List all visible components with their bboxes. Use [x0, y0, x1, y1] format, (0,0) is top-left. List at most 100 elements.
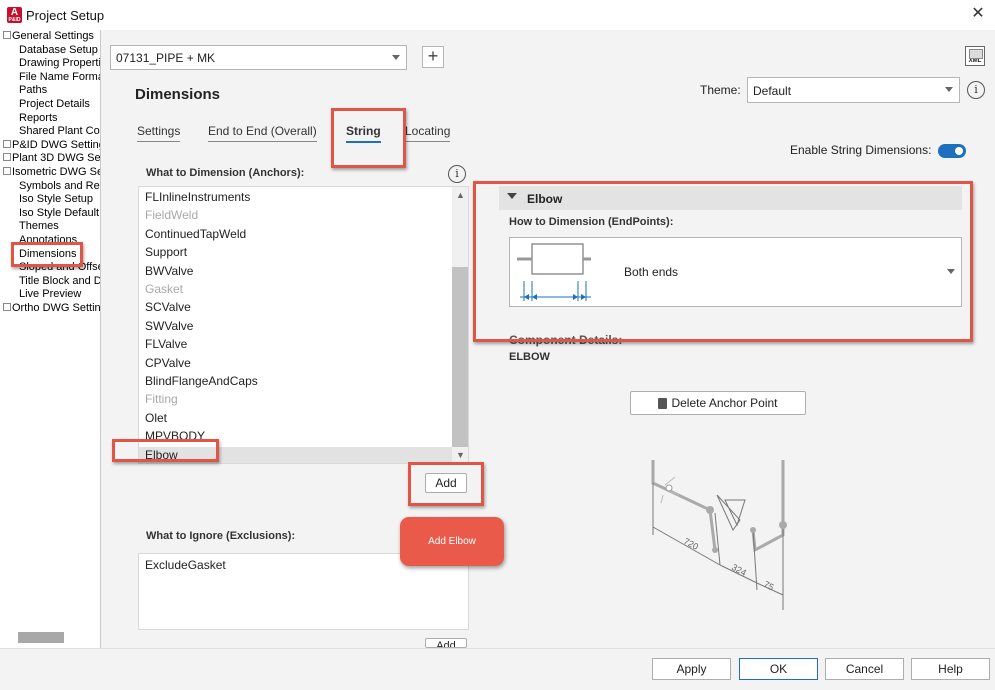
scrollbar-thumb[interactable] [452, 267, 468, 447]
theme-info-icon[interactable]: i [967, 81, 985, 99]
window-title: Project Setup [26, 8, 105, 23]
tree-item[interactable]: Drawing Properti [19, 57, 101, 70]
tree-item[interactable]: Isometric DWG Se [3, 166, 101, 179]
tree-item[interactable]: Symbols and Ref [19, 180, 100, 193]
list-item[interactable]: FLValve [145, 337, 187, 351]
tree-item-label: Title Block and D [19, 274, 101, 287]
tree-item-label: Project Details [19, 98, 90, 110]
scroll-down-icon[interactable]: ▼ [456, 450, 465, 460]
endpoints-select[interactable] [509, 237, 962, 307]
expand-box-icon[interactable] [3, 303, 11, 311]
tree-item[interactable]: Iso Style Default [19, 207, 99, 220]
list-item[interactable]: SCValve [145, 300, 191, 314]
tab-locating[interactable]: Locating [405, 124, 451, 142]
expand-box-icon[interactable] [3, 167, 11, 175]
project-config-value: 07131_PIPE + MK [116, 51, 216, 65]
component-details-label: Component Details: [509, 333, 623, 347]
list-item[interactable]: ContinuedTapWeld [145, 227, 246, 241]
list-item[interactable]: SWValve [145, 319, 193, 333]
tree-item-label: File Name Forma [19, 70, 101, 83]
tree-horizontal-scrollbar[interactable] [18, 632, 64, 643]
close-icon[interactable]: ✕ [968, 4, 988, 24]
list-item[interactable]: CPValve [145, 356, 191, 370]
tree-item-label: Dimensions [19, 247, 77, 260]
tree-item-label: Sloped and Offse [19, 261, 101, 274]
enable-string-label: Enable String Dimensions: [790, 143, 932, 157]
tree-item[interactable]: Iso Style Setup [19, 193, 93, 206]
how-to-dimension-label: How to Dimension (EndPoints): [509, 216, 674, 228]
tree-item[interactable]: Reports [19, 112, 58, 125]
add-config-button[interactable]: + [422, 46, 444, 68]
list-item[interactable]: Gasket [145, 282, 183, 296]
preview-dimension-label: 324 [730, 562, 748, 578]
component-details-value: ELBOW [509, 351, 550, 363]
collapse-triangle-icon[interactable] [507, 193, 517, 199]
list-item[interactable]: BWValve [145, 264, 193, 278]
anchors-scrollbar[interactable]: ▲ ▼ [452, 187, 468, 463]
list-item[interactable]: ExcludeGasket [145, 558, 226, 572]
tree-item[interactable]: Database Setup [19, 44, 98, 57]
list-item[interactable]: FLInlineInstruments [145, 190, 250, 204]
chevron-down-icon [392, 55, 400, 60]
tab-settings[interactable]: Settings [137, 124, 181, 142]
theme-select[interactable]: Default [747, 77, 960, 103]
add-anchor-button[interactable]: Add [425, 473, 467, 493]
enable-string-toggle[interactable] [938, 144, 966, 158]
tree-item[interactable]: Ortho DWG Setting [3, 302, 100, 315]
tree-item-label: General Settings [12, 30, 94, 42]
help-button[interactable]: Help [911, 658, 990, 680]
list-item[interactable]: Olet [145, 411, 167, 425]
tree-item[interactable]: Live Preview [19, 288, 81, 301]
endpoints-value: Both ends [624, 265, 679, 279]
add-exclusion-button[interactable]: Add [425, 638, 467, 648]
tree-item-label: Database Setup [19, 43, 98, 56]
list-item[interactable]: BlindFlangeAndCaps [145, 374, 258, 388]
tree-item-label: Annotations [19, 234, 78, 246]
list-item[interactable]: FieldWeld [145, 208, 198, 222]
anchors-info-icon[interactable]: i [448, 165, 466, 183]
tree-item-label: P&ID DWG Setting [12, 138, 101, 151]
ok-button[interactable]: OK [739, 658, 818, 680]
tree-item[interactable]: Annotations [19, 234, 77, 247]
tree-item-label: Isometric DWG Se [12, 166, 101, 178]
scroll-up-icon[interactable]: ▲ [456, 190, 465, 200]
project-config-select[interactable]: 07131_PIPE + MK [110, 45, 407, 70]
title-bar [0, 0, 995, 30]
tree-item-label: Live Preview [19, 288, 82, 301]
tree-item[interactable]: Shared Plant Cor [19, 125, 100, 138]
iso-preview-illustration: 720 324 75 [651, 460, 787, 610]
tree-item[interactable]: Dimensions [19, 248, 76, 261]
chevron-down-icon [945, 87, 953, 92]
both-ends-preview-icon [517, 243, 591, 301]
tree-item[interactable]: Title Block and D [19, 274, 101, 288]
apply-button[interactable]: Apply [652, 658, 731, 680]
trash-icon [658, 398, 668, 409]
exclusions-label: What to Ignore (Exclusions): [146, 530, 296, 542]
expand-box-icon[interactable] [3, 31, 11, 39]
tab-string[interactable]: String [346, 124, 381, 143]
preview-dimension-label: 720 [682, 536, 700, 552]
tree-item[interactable]: Plant 3D DWG Set [3, 152, 101, 165]
list-item[interactable]: Elbow [145, 448, 178, 462]
tab-end-to-end[interactable]: End to End (Overall) [208, 124, 317, 142]
tree-item[interactable]: General Settings [3, 30, 94, 43]
xml-export-icon[interactable]: XML [965, 46, 985, 66]
expand-box-icon[interactable] [3, 153, 11, 162]
add-elbow-callout: Add Elbow [400, 517, 504, 566]
cancel-button[interactable]: Cancel [825, 658, 904, 680]
anchors-list[interactable]: FLInlineInstruments FieldWeld ContinuedTap… [138, 186, 469, 464]
list-item[interactable]: Fitting [145, 392, 178, 406]
list-item[interactable]: MPVBODY [145, 429, 205, 443]
delete-anchor-button[interactable]: Delete Anchor Point [630, 391, 806, 415]
tree-item[interactable]: Sloped and Offse [19, 261, 101, 274]
list-item[interactable]: Support [145, 245, 187, 259]
elbow-section-header[interactable] [499, 186, 962, 210]
tree-item[interactable]: Project Details [19, 98, 90, 111]
tree-item[interactable]: Paths [19, 84, 47, 97]
tree-item[interactable]: Themes [19, 220, 59, 233]
tree-item-label: Drawing Properti [19, 57, 101, 70]
tree-item-label: Plant 3D DWG Set [12, 152, 101, 165]
expand-box-icon[interactable] [3, 139, 11, 148]
tree-item[interactable]: File Name Forma [19, 70, 101, 84]
tree-item[interactable]: P&ID DWG Setting [3, 138, 101, 152]
